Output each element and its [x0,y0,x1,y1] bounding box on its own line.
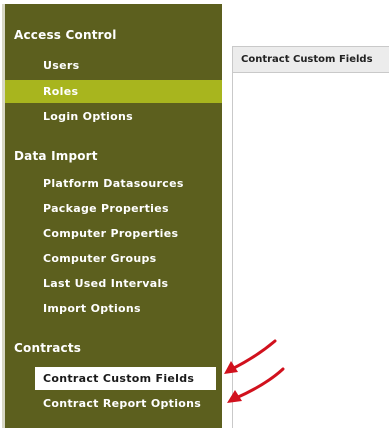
red-arrow-icon [224,339,277,374]
annotation-arrows [224,339,285,403]
red-arrow-icon [227,367,285,403]
